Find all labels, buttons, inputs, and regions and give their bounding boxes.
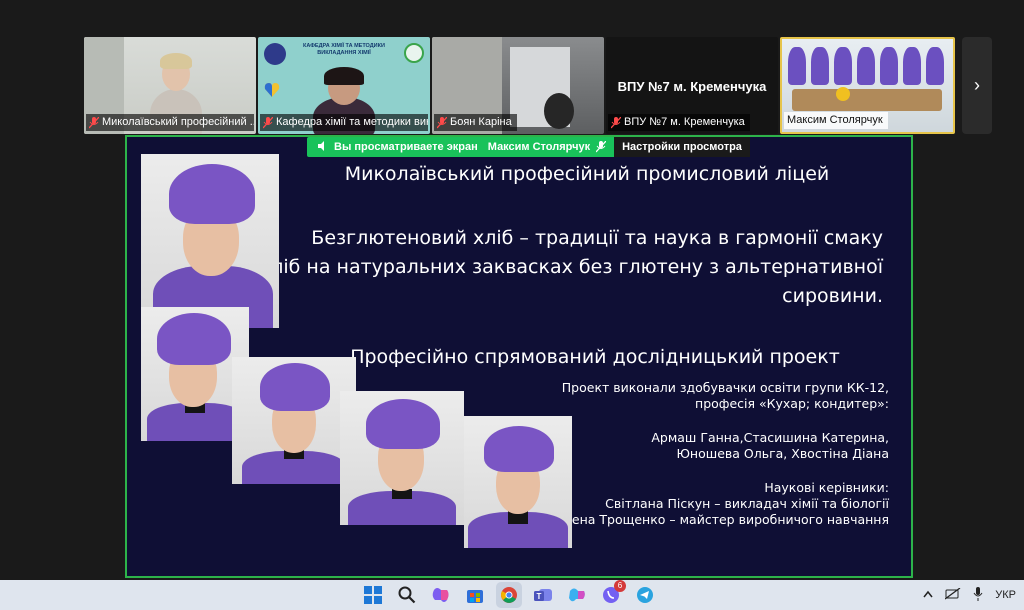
windows-taskbar: T 6 УКР [0,580,1024,610]
slide-subtitle-line2: сировини. [782,285,883,307]
participant-tile-2[interactable]: КАФЕДРА ХІМІЇ ТА МЕТОДИКИ ВИКЛАДАННЯ ХІМ… [258,37,430,134]
slide-info-supervisor-1: Світлана Піскун – викладач хімії та біол… [605,496,889,511]
slide-info-supervisor-2: Олена Трощенко – майстер виробничого нав… [554,512,889,527]
chef-group [788,47,948,87]
teams-icon[interactable]: T [530,582,556,608]
store-icon[interactable] [462,582,488,608]
participant-name-label: Максим Столярчук [784,112,888,129]
participant-tile-5-active[interactable]: Максим Столярчук [780,37,955,134]
slide-title-school: Миколаївський професійний промисловий лі… [344,163,830,185]
participant-hair [324,67,364,85]
sunflower-icon [836,87,850,101]
mic-off-icon [436,116,448,129]
participant-strip: Миколаївський професійний ... КАФЕДРА ХІ… [0,0,1024,135]
participant-name-label: Кафедра хімії та методики вик... [260,114,428,131]
network-disconnected-icon[interactable] [944,586,961,603]
copilot-icon[interactable] [428,582,454,608]
taskbar-apps: T 6 [360,580,658,608]
slide-info-students-2: Юношева Ольга, Хвостіна Діана [676,446,889,461]
participant-name: ВПУ №7 м. Кременчука [624,116,745,128]
department-logo-icon [404,43,424,63]
participant-name: Кафедра хімії та методики вик... [276,116,428,128]
participant-tile-1[interactable]: Миколаївський професійний ... [84,37,256,134]
photo-teacher [141,154,279,328]
m365-copilot-icon[interactable] [564,582,590,608]
slide-info-students-1: Армаш Ганна,Стасишина Катерина, [651,430,889,445]
video-conference-window: Миколаївський професійний ... КАФЕДРА ХІ… [0,0,1024,610]
view-settings-button[interactable]: Настройки просмотра [614,137,750,157]
participant-hair [160,53,192,69]
viewing-screen-text: Вы просматриваете экран [334,141,478,153]
mic-off-icon [610,116,622,129]
viewing-screen-indicator: Вы просматриваете экран Максим Столярчук [307,137,615,157]
microphone-icon[interactable] [973,586,983,604]
participant-display-name: ВПУ №7 м. Кременчука [617,79,767,94]
participant-tile-3[interactable]: Боян Каріна [432,37,604,134]
participant-name-label: ВПУ №7 м. Кременчука [608,114,750,131]
viber-icon[interactable]: 6 [598,580,626,608]
heart-hands-icon [264,79,280,99]
system-tray: УКР [923,580,1016,610]
slide-project-type: Професійно спрямований дослідницький про… [350,346,840,368]
photo-student-3 [340,391,464,525]
presenter-name: Максим Столярчук [487,141,591,153]
participant-silhouette [544,93,574,129]
speaker-icon [317,140,328,154]
banner-text: КАФЕДРА ХІМІЇ ТА МЕТОДИКИ ВИКЛАДАННЯ ХІМ… [303,43,385,56]
view-settings-label: Настройки просмотра [622,141,742,153]
mic-off-icon [88,116,100,129]
bread-table [792,89,942,111]
screen-share-banner: Вы просматриваете экран Максим Столярчук… [307,137,750,157]
university-logo-icon [264,43,286,65]
next-participants-button[interactable]: › [962,37,992,134]
svg-text:T: T [537,592,542,601]
notification-badge: 6 [614,580,626,592]
chrome-icon[interactable] [496,582,522,608]
windows-start-icon[interactable] [360,582,386,608]
slide-subtitle-line1: Хліб на натуральних заквасках без глютен… [258,256,883,278]
participant-name: Боян Каріна [450,116,512,128]
language-indicator[interactable]: УКР [995,589,1016,601]
mic-off-icon [595,140,607,153]
telegram-icon[interactable] [632,582,658,608]
search-icon[interactable] [394,582,420,608]
shared-screen-slide: Миколаївський професійний промисловий лі… [125,135,913,578]
slide-info-supervisors-heading: Наукові керівники: [764,480,889,495]
participant-name-label: Боян Каріна [434,114,517,131]
photo-student-4 [464,416,572,548]
slide-info-profession: професія «Кухар; кондитер»: [695,396,889,411]
mic-off-icon [262,116,274,129]
chevron-right-icon: › [974,75,980,95]
participant-tile-4[interactable]: ВПУ №7 м. Кременчука ВПУ №7 м. Кременчук… [606,37,778,134]
participant-name: Миколаївський професійний ... [102,116,254,128]
participant-name-label: Миколаївський професійний ... [86,114,254,131]
chevron-up-icon[interactable] [923,589,933,601]
slide-title-main: Безглютеновий хліб – традиції та наука в… [311,227,883,249]
participant-name: Максим Столярчук [787,114,883,126]
slide-info-group: Проект виконали здобувачки освіти групи … [561,380,889,395]
photo-student-2 [232,357,356,484]
